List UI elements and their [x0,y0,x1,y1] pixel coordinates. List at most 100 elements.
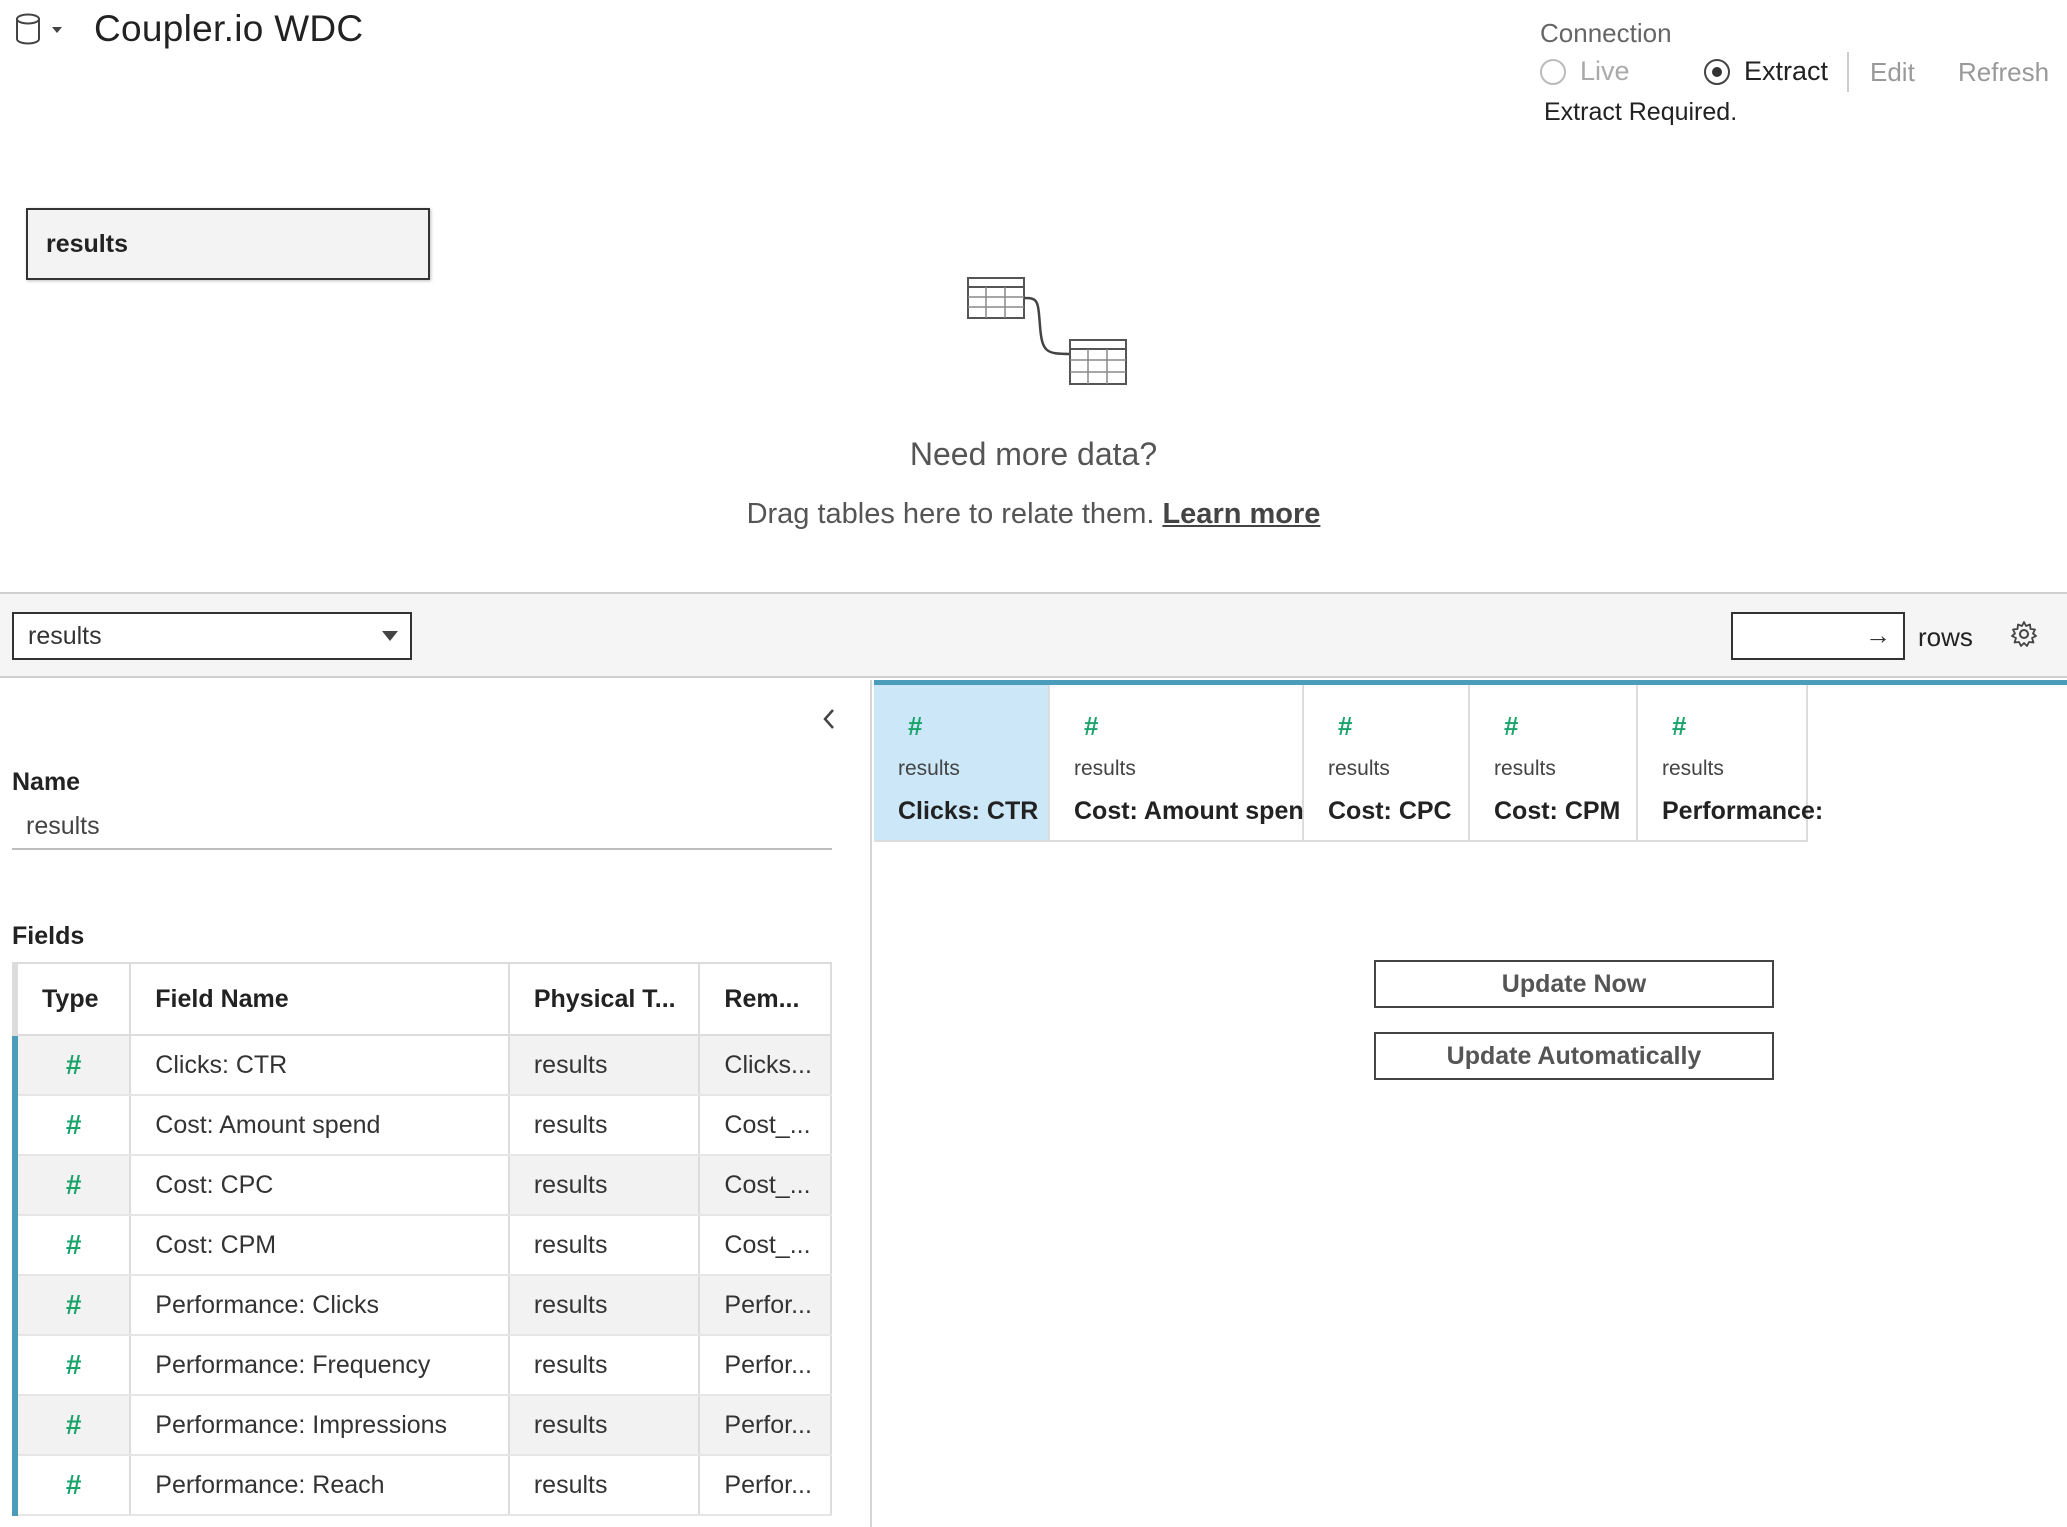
field-name-cell[interactable]: Performance: Reach [130,1455,510,1516]
remote-field-cell: Perfor... [699,1395,832,1456]
number-type-icon[interactable]: # [1084,711,1098,742]
column-name-label: Performance: [1662,797,1824,825]
field-name-cell[interactable]: Performance: Impressions [130,1395,510,1456]
live-radio[interactable]: Live [1540,56,1630,87]
grid-column-header[interactable]: # results Clicks: CTR [874,685,1050,842]
field-type-cell: # [15,1155,132,1216]
relate-tables-icon [967,277,1127,385]
column-source-label: results [1328,757,1390,780]
number-type-icon[interactable]: # [1504,711,1518,742]
grid-column-header[interactable]: # results Cost: Amount spend [1050,685,1319,842]
number-type-icon[interactable]: # [66,1409,82,1440]
column-header-physical-table[interactable]: Physical T... [508,963,701,1036]
update-automatically-button[interactable]: Update Automatically [1374,1032,1774,1080]
number-type-icon[interactable]: # [66,1289,82,1320]
field-name-cell[interactable]: Cost: Amount spend [130,1095,510,1156]
arrow-right-icon[interactable]: → [1865,620,1891,651]
field-type-cell: # [15,1035,132,1096]
table-select-value: results [28,622,102,650]
column-source-label: results [1494,757,1556,780]
empty-canvas-title: Need more data? [909,436,1158,472]
drag-hint: Drag tables here to relate them. [746,498,1155,530]
field-row[interactable]: # Clicks: CTR results Clicks... [15,1035,832,1096]
number-type-icon[interactable]: # [66,1349,82,1380]
data-source-canvas: Coupler.io WDC Connection Live Extract E… [0,0,2067,592]
refresh-link[interactable]: Refresh [1958,57,2049,88]
number-type-icon[interactable]: # [66,1469,82,1500]
field-name-cell[interactable]: Performance: Clicks [130,1275,510,1336]
number-type-icon[interactable]: # [908,711,922,742]
live-radio-label: Live [1580,56,1630,86]
column-name-label: Cost: Amount spend [1074,797,1319,825]
grid-toolbar: results → rows [0,592,2067,678]
table-chip-results[interactable]: results [26,208,430,280]
field-type-cell: # [15,1275,132,1336]
physical-table-cell: results [508,1455,701,1516]
field-row[interactable]: # Performance: Clicks results Perfor... [15,1275,832,1336]
fields-header-row: Type Field Name Physical T... Rem... [15,963,832,1036]
grid-column-header[interactable]: # results Cost: CPM [1470,685,1638,842]
remote-field-cell: Cost_... [699,1155,832,1216]
field-name-cell[interactable]: Clicks: CTR [130,1035,510,1096]
column-source-label: results [1074,757,1136,780]
live-radio-button[interactable] [1540,58,1566,85]
database-icon[interactable] [14,12,68,48]
number-type-icon[interactable]: # [1338,711,1352,742]
field-row[interactable]: # Performance: Reach results Perfor... [15,1455,832,1516]
number-type-icon[interactable]: # [1672,711,1686,742]
field-type-cell: # [15,1395,132,1456]
datasource-title[interactable]: Coupler.io WDC [94,8,363,50]
column-name-label: Clicks: CTR [898,797,1039,825]
physical-table-cell: results [508,1155,701,1216]
extract-radio[interactable]: Extract [1704,56,1828,87]
number-type-icon[interactable]: # [66,1169,82,1200]
update-now-button[interactable]: Update Now [1374,960,1774,1008]
number-type-icon[interactable]: # [66,1229,82,1260]
connection-divider [1847,52,1849,92]
table-chip-label: results [46,230,128,258]
empty-canvas-text: Drag tables here to relate them. Learn m… [0,498,2067,531]
edit-link[interactable]: Edit [1870,57,1915,88]
number-type-icon[interactable]: # [66,1109,82,1140]
field-name-cell[interactable]: Performance: Frequency [130,1335,510,1396]
column-header-field-name[interactable]: Field Name [130,963,510,1036]
field-row[interactable]: # Cost: CPM results Cost_... [15,1215,832,1276]
physical-table-cell: results [508,1275,701,1336]
physical-table-cell: results [508,1095,701,1156]
table-select-dropdown[interactable]: results [12,612,412,660]
field-type-cell: # [15,1215,132,1276]
column-name-label: Cost: CPC [1328,797,1452,825]
remote-field-cell: Cost_... [699,1095,832,1156]
remote-field-cell: Clicks... [699,1035,832,1096]
field-type-cell: # [15,1455,132,1516]
learn-more-link[interactable]: Learn more [1162,498,1320,530]
extract-status: Extract Required. [1544,98,1738,126]
fields-label: Fields [12,922,85,950]
grid-column-header[interactable]: # results Performance: [1638,685,1823,842]
gear-icon[interactable] [2010,620,2038,648]
column-header-type[interactable]: Type [15,963,132,1036]
extract-radio-button[interactable] [1704,58,1730,85]
grid-column-header[interactable]: # results Cost: CPC [1304,685,1470,842]
physical-table-cell: results [508,1215,701,1276]
extract-radio-label: Extract [1744,56,1829,86]
field-row[interactable]: # Performance: Frequency results Perfor... [15,1335,832,1396]
number-type-icon[interactable]: # [66,1049,82,1080]
field-name-cell[interactable]: Cost: CPC [130,1155,510,1216]
field-row[interactable]: # Cost: CPC results Cost_... [15,1155,832,1216]
physical-table-cell: results [508,1335,701,1396]
name-label: Name [12,768,81,796]
field-row[interactable]: # Performance: Impressions results Perfor..… [15,1395,832,1456]
field-type-cell: # [15,1335,132,1396]
dropdown-caret-icon [382,631,398,641]
connection-label: Connection [1540,18,1672,48]
grid-column-headers: # results Clicks: CTR # results Cost: Amount … [874,680,2067,842]
table-name-field[interactable] [12,804,832,850]
field-row[interactable]: # Cost: Amount spend results Cost_... [15,1095,832,1156]
field-type-cell: # [15,1095,132,1156]
field-name-cell[interactable]: Cost: CPM [130,1215,510,1276]
rows-count-input[interactable]: → [1731,612,1905,660]
chevron-left-icon[interactable] [816,702,842,736]
column-source-label: results [898,757,960,780]
column-header-remote-name[interactable]: Rem... [699,963,832,1036]
